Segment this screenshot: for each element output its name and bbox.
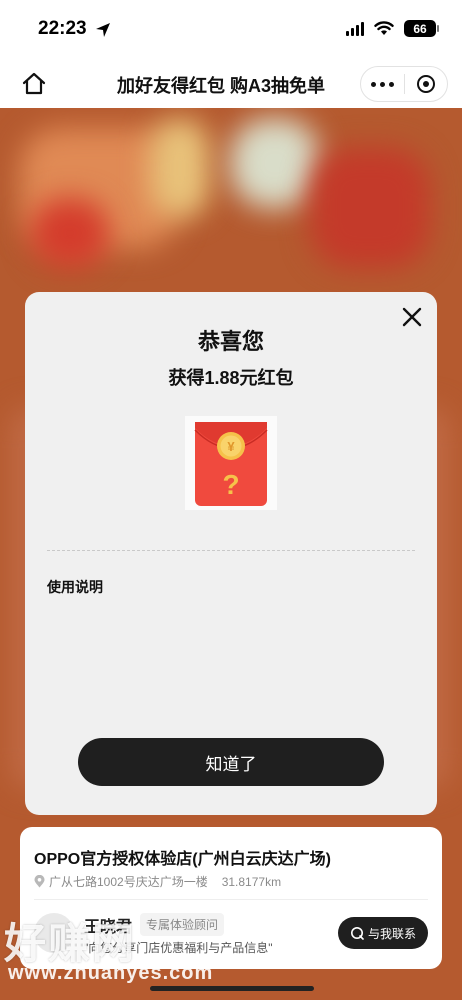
contact-label: 与我联系 [367, 926, 416, 941]
red-envelope-image: ¥ ? [185, 416, 277, 510]
store-address: 广从七路1002号庆达广场一楼 [49, 875, 208, 889]
background-blob [230, 118, 320, 208]
question-mark: ? [222, 469, 239, 500]
wifi-icon [374, 21, 394, 35]
store-card: OPPO官方授权体验店(广州白云庆达广场) 广从七路1002号庆达广场一楼 31… [20, 827, 442, 969]
exit-mini-program-icon[interactable] [405, 75, 448, 93]
modal-title: 恭喜您 [197, 329, 264, 354]
consultant-badge: 专属体验顾问 [140, 913, 225, 936]
store-distance: 31.8177km [221, 874, 282, 889]
location-arrow-icon [96, 23, 110, 37]
coin-symbol: ¥ [227, 439, 235, 454]
nav-bar: 加好友得红包 购A3抽免单 [0, 60, 462, 108]
red-packet-modal: 恭喜您 获得1.88元红包 ¥ ? 使用说明 知道了 [25, 292, 437, 815]
got-it-button[interactable]: 知道了 [78, 738, 384, 786]
consultant-description: "向您分享门店优惠福利与产品信息" [84, 941, 273, 955]
background-blob [150, 118, 210, 218]
usage-instructions-title: 使用说明 [47, 579, 103, 595]
store-name: OPPO官方授权体验店(广州白云庆达广场) [34, 851, 331, 868]
dashed-divider [47, 550, 415, 551]
chat-icon [350, 927, 364, 940]
home-indicator[interactable] [150, 986, 314, 991]
status-icons: 66 [346, 20, 439, 37]
status-time: 22:23 [38, 18, 87, 39]
cellular-signal-icon [346, 21, 364, 36]
avatar [34, 913, 74, 953]
location-pin-icon [34, 875, 45, 888]
reward-amount: 获得1.88元红包 [168, 368, 294, 388]
consultant-name: 王晓君 [84, 919, 133, 936]
red-envelope-icon: ¥ ? [194, 422, 268, 506]
battery-indicator: 66 [404, 20, 439, 37]
mini-program-capsule [360, 66, 448, 102]
contact-me-button[interactable]: 与我联系 [338, 917, 428, 949]
card-divider [34, 899, 428, 900]
store-address-row[interactable]: 广从七路1002号庆达广场一楼 31.8177km [34, 873, 281, 890]
status-bar: 22:23 66 [0, 0, 462, 60]
background-blob [30, 198, 110, 268]
more-icon[interactable] [361, 81, 404, 87]
background-blob [310, 148, 430, 268]
